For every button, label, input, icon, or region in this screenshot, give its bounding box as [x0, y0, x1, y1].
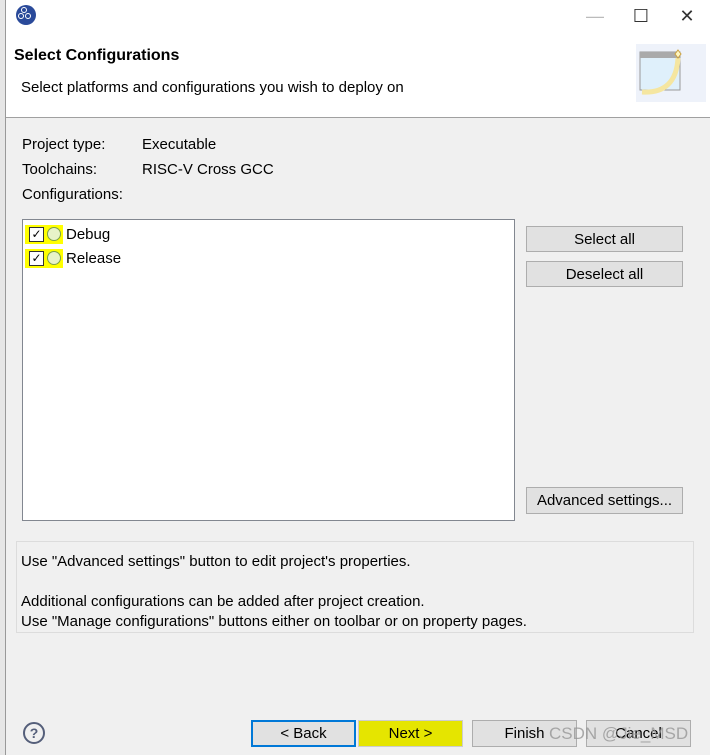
highlight: ✓: [25, 224, 63, 244]
note-line: Use "Manage configurations" buttons eith…: [21, 613, 527, 630]
configurations-list[interactable]: ✓ Debug ✓ Release: [22, 219, 515, 521]
advanced-settings-button[interactable]: Advanced settings...: [526, 487, 683, 514]
debug-checkbox[interactable]: ✓: [29, 226, 44, 242]
configuration-icon: [47, 251, 61, 265]
watermark: CSDN @Jie_MSD: [549, 724, 689, 743]
wizard-header: Select Configurations Select platforms a…: [6, 32, 710, 118]
project-type-label: Project type:: [22, 136, 106, 153]
config-name: Release: [66, 249, 122, 267]
config-item-debug[interactable]: ✓ Debug: [25, 223, 110, 245]
select-all-button[interactable]: Select all: [526, 226, 683, 252]
note-line: Additional configurations can be added a…: [21, 593, 425, 610]
page-subtitle: Select platforms and configurations you …: [21, 79, 404, 96]
page-title: Select Configurations: [14, 47, 180, 64]
note-line: Use "Advanced settings" button to edit p…: [21, 553, 411, 570]
app-icon: [16, 5, 36, 25]
project-type-value: Executable: [142, 136, 217, 153]
release-checkbox[interactable]: ✓: [29, 250, 44, 266]
next-button[interactable]: Next >: [358, 720, 463, 747]
toolchains-label: Toolchains:: [22, 161, 98, 178]
title-bar: — ☐ ✕: [6, 0, 710, 32]
maximize-button[interactable]: ☐: [618, 0, 664, 32]
deselect-all-button[interactable]: Deselect all: [526, 261, 683, 287]
highlight: ✓: [25, 248, 63, 268]
configurations-label: Configurations:: [22, 186, 123, 203]
configuration-icon: [47, 227, 61, 241]
toolchains-row: Toolchains: RISC-V Cross GCC: [22, 161, 274, 178]
select-configurations-dialog: — ☐ ✕ Select Configurations Select platf…: [5, 0, 710, 755]
config-name: Debug: [66, 225, 111, 243]
info-note: Use "Advanced settings" button to edit p…: [16, 541, 694, 633]
close-button[interactable]: ✕: [664, 0, 710, 32]
wizard-banner-icon: [636, 44, 706, 102]
help-icon[interactable]: ?: [23, 722, 45, 744]
config-item-release[interactable]: ✓ Release: [25, 247, 121, 269]
project-type-row: Project type: Executable: [22, 136, 216, 153]
toolchains-value: RISC-V Cross GCC: [142, 161, 274, 178]
back-button[interactable]: < Back: [251, 720, 356, 747]
minimize-button[interactable]: —: [572, 0, 618, 32]
